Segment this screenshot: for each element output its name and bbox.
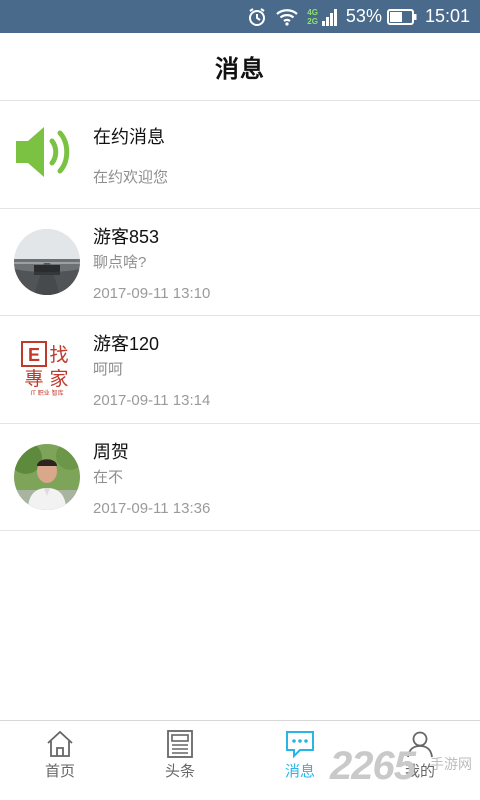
list-item[interactable]: 游客853 聊点啥? 2017-09-11 13:10 — [0, 209, 480, 316]
tab-headlines[interactable]: 头条 — [120, 721, 240, 800]
signal-icon — [321, 8, 338, 26]
home-icon — [47, 730, 73, 757]
page-title: 消息 — [215, 56, 265, 83]
conversation-name: 游客853 — [93, 226, 160, 247]
conversation-name: 周贺 — [93, 441, 129, 462]
battery-percent: 53% — [345, 6, 382, 26]
timestamp: 2017-09-11 13:10 — [93, 284, 211, 302]
logo-char-zhuan: 專 — [24, 368, 43, 390]
message-preview: 在不 — [93, 468, 124, 486]
list-item[interactable]: 周贺 在不 2017-09-11 13:36 — [0, 424, 480, 531]
header: 消息 — [0, 33, 480, 101]
speaker-icon — [12, 119, 82, 190]
wifi-icon — [275, 8, 299, 26]
alarm-icon — [247, 7, 267, 27]
conversation-list: 在约消息 在约欢迎您 游客853 聊点啥? 2017-09-11 13:10 E… — [0, 101, 480, 531]
clock: 15:01 — [424, 6, 470, 26]
timestamp: 2017-09-11 13:14 — [93, 392, 211, 409]
tab-home[interactable]: 首页 — [0, 721, 120, 800]
logo-char-jia: 家 — [49, 368, 68, 390]
logo-tagline: IT 职业 智库 — [30, 389, 63, 397]
tab-label: 头条 — [164, 763, 195, 780]
list-item[interactable]: E 找 專 家 IT 职业 智库 游客120 呵呵 2017-09-11 13:… — [0, 316, 480, 424]
network-type: 4G 2G — [307, 7, 318, 26]
tab-label: 消息 — [284, 763, 315, 780]
logo-char-zhao: 找 — [49, 344, 68, 366]
conversation-name: 在约消息 — [93, 127, 165, 147]
bottom-tab-bar: 首页 头条 消息 我的 — [0, 720, 480, 800]
person-icon — [407, 731, 433, 758]
newspaper-icon — [167, 730, 193, 758]
e-expert-logo: E 找 專 家 IT 职业 智库 — [20, 341, 68, 397]
tab-label: 我的 — [404, 763, 435, 780]
logo-letter-e: E — [27, 345, 39, 365]
list-item[interactable]: 在约消息 在约欢迎您 — [0, 101, 480, 209]
chat-bubble-icon — [286, 731, 314, 758]
conversation-name: 游客120 — [93, 334, 160, 354]
timestamp: 2017-09-11 13:36 — [93, 499, 211, 517]
tab-label: 首页 — [44, 763, 75, 780]
message-preview: 呵呵 — [93, 361, 124, 378]
tab-profile[interactable]: 我的 — [360, 721, 480, 800]
avatar — [13, 443, 80, 510]
avatar — [13, 228, 80, 295]
message-preview: 聊点啥? — [93, 253, 147, 271]
tab-messages[interactable]: 消息 — [240, 721, 360, 800]
status-bar: 4G 2G 53% 15:01 — [0, 0, 480, 33]
battery-icon — [386, 8, 417, 25]
message-preview: 在约欢迎您 — [93, 169, 169, 186]
